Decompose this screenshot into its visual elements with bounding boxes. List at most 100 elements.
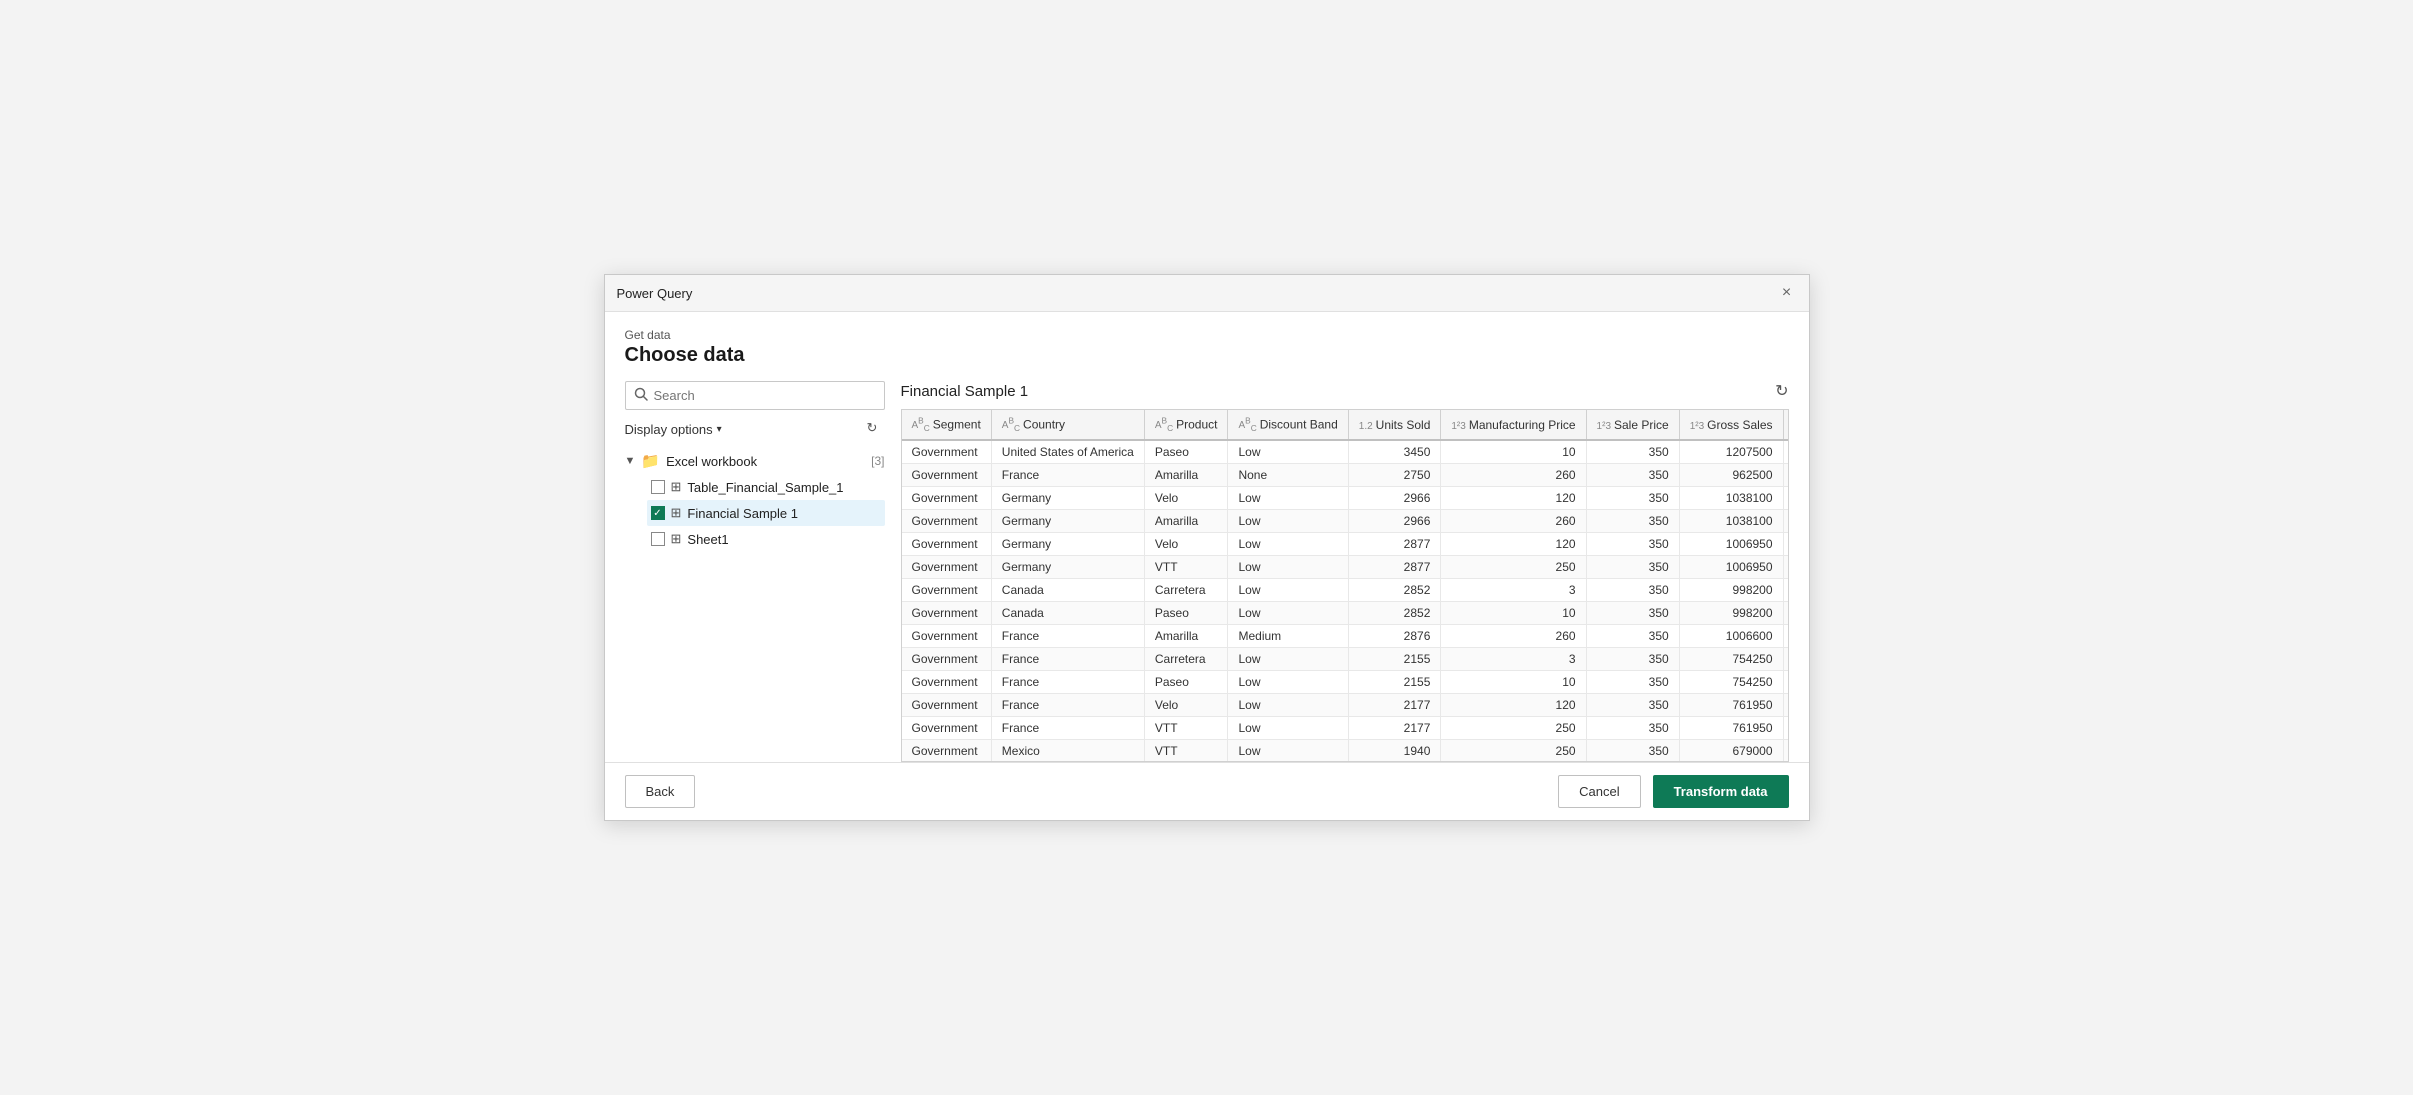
- table-cell: Government: [902, 440, 992, 464]
- table-cell: Government: [902, 694, 992, 717]
- table-cell: Low: [1228, 510, 1348, 533]
- table-cell: Germany: [991, 556, 1144, 579]
- tree-count: [3]: [871, 454, 884, 468]
- table-cell: 2155: [1348, 648, 1441, 671]
- col-header-product: ABCProduct: [1144, 410, 1228, 440]
- table-cell: 1006950: [1679, 533, 1783, 556]
- table-cell: 3: [1441, 648, 1586, 671]
- table-wrapper[interactable]: ABCSegment ABCCountry ABCProduct ABCDisc…: [901, 409, 1789, 762]
- refresh-icon[interactable]: ↻: [867, 420, 885, 438]
- table-cell: VTT: [1144, 717, 1228, 740]
- table-cell: 10: [1441, 602, 1586, 625]
- table-cell: 350: [1586, 648, 1679, 671]
- back-button[interactable]: Back: [625, 775, 696, 808]
- table-cell: Low: [1228, 487, 1348, 510]
- data-table: ABCSegment ABCCountry ABCProduct ABCDisc…: [902, 410, 1789, 762]
- table-cell: 20139: [1783, 533, 1788, 556]
- table-row: GovernmentFranceVeloLow21771203507619503…: [902, 694, 1789, 717]
- table-cell: 10: [1441, 440, 1586, 464]
- table-cell: VTT: [1144, 556, 1228, 579]
- table-cell: 679000: [1679, 740, 1783, 762]
- tree-parent-label: Excel workbook: [666, 454, 865, 469]
- table-cell: 7542.5: [1783, 648, 1788, 671]
- table-cell: Paseo: [1144, 602, 1228, 625]
- table-cell: VTT: [1144, 740, 1228, 762]
- table-row: GovernmentGermanyVTTLow28772503501006950…: [902, 556, 1789, 579]
- table-cell: Low: [1228, 671, 1348, 694]
- table-cell: Velo: [1144, 694, 1228, 717]
- table-cell: Government: [902, 625, 992, 648]
- display-options-button[interactable]: Display options ▾: [625, 422, 722, 437]
- table-row: GovernmentUnited States of AmericaPaseoL…: [902, 440, 1789, 464]
- tree-item-financial-sample[interactable]: ⊞ Financial Sample 1: [647, 500, 885, 526]
- col-header-units-sold: 1.2Units Sold: [1348, 410, 1441, 440]
- table-row: GovernmentGermanyAmarillaLow296626035010…: [902, 510, 1789, 533]
- col-header-discounts: 1.2Discounts: [1783, 410, 1788, 440]
- close-button[interactable]: ×: [1777, 283, 1797, 303]
- table-row: GovernmentCanadaCarreteraLow285233509982…: [902, 579, 1789, 602]
- table-cell: 350: [1586, 671, 1679, 694]
- cancel-button[interactable]: Cancel: [1558, 775, 1640, 808]
- search-input[interactable]: [654, 388, 876, 403]
- table-cell: 2877: [1348, 533, 1441, 556]
- table-cell: France: [991, 625, 1144, 648]
- table-cell: 13580: [1783, 740, 1788, 762]
- title-bar: Power Query ×: [605, 275, 1809, 312]
- table-cell: 260: [1441, 625, 1586, 648]
- tree-parent-excel-workbook[interactable]: ▼ 📁 Excel workbook [3]: [625, 448, 885, 474]
- table-cell: Carretera: [1144, 579, 1228, 602]
- table-cell: Amarilla: [1144, 464, 1228, 487]
- table-cell: 7542.5: [1783, 671, 1788, 694]
- table-row: GovernmentFranceAmarillaMedium2876260350…: [902, 625, 1789, 648]
- table-cell: 350: [1586, 464, 1679, 487]
- checkbox-financial-sample[interactable]: [651, 506, 665, 520]
- footer: Back Cancel Transform data: [605, 762, 1809, 820]
- table-cell: Government: [902, 648, 992, 671]
- transform-data-button[interactable]: Transform data: [1653, 775, 1789, 808]
- table-row: GovernmentFranceAmarillaNone275026035096…: [902, 464, 1789, 487]
- table-cell: Government: [902, 533, 992, 556]
- tree-toggle-icon[interactable]: ▼: [625, 455, 636, 467]
- table-icon: ⊞: [671, 531, 682, 547]
- table-cell: 70462: [1783, 625, 1788, 648]
- checkbox-sheet1[interactable]: [651, 532, 665, 546]
- checkbox-table-financial[interactable]: [651, 480, 665, 494]
- display-options-label-text: Display options: [625, 422, 713, 437]
- table-cell: 2852: [1348, 602, 1441, 625]
- choose-data-title: Choose data: [625, 344, 1789, 367]
- table-cell: 250: [1441, 740, 1586, 762]
- table-row: GovernmentGermanyVeloLow2966120350103810…: [902, 487, 1789, 510]
- table-cell: Government: [902, 464, 992, 487]
- table-cell: 48300: [1783, 440, 1788, 464]
- table-cell: 260: [1441, 510, 1586, 533]
- content-area: Display options ▾ ↻ ▼ 📁 Excel workbook […: [625, 381, 1789, 762]
- table-cell: 250: [1441, 717, 1586, 740]
- table-cell: Germany: [991, 533, 1144, 556]
- reload-icon[interactable]: ↻: [1775, 381, 1788, 401]
- table-cell: 350: [1586, 602, 1679, 625]
- table-row: GovernmentFrancePaseoLow2155103507542507…: [902, 671, 1789, 694]
- table-cell: France: [991, 671, 1144, 694]
- window-title: Power Query: [617, 286, 693, 301]
- table-cell: 1006600: [1679, 625, 1783, 648]
- tree-item-sheet1[interactable]: ⊞ Sheet1: [647, 526, 885, 552]
- col-header-segment: ABCSegment: [902, 410, 992, 440]
- table-cell: 20762: [1783, 487, 1788, 510]
- table-cell: Mexico: [991, 740, 1144, 762]
- table-cell: 754250: [1679, 671, 1783, 694]
- table-cell: Government: [902, 487, 992, 510]
- display-options-row: Display options ▾ ↻: [625, 418, 885, 440]
- search-box[interactable]: [625, 381, 885, 410]
- tree-item-table-financial[interactable]: ⊞ Table_Financial_Sample_1: [647, 474, 885, 500]
- table-cell: 761950: [1679, 694, 1783, 717]
- table-cell: 19964: [1783, 602, 1788, 625]
- get-data-label: Get data: [625, 328, 1789, 342]
- table-cell: 350: [1586, 625, 1679, 648]
- table-cell: 350: [1586, 440, 1679, 464]
- table-cell: Low: [1228, 579, 1348, 602]
- folder-icon: 📁: [641, 452, 660, 470]
- table-cell: 250: [1441, 556, 1586, 579]
- table-icon: ⊞: [671, 505, 682, 521]
- tree-list: ▼ 📁 Excel workbook [3] ⊞ Table_Financial…: [625, 448, 885, 762]
- table-cell: 19964: [1783, 579, 1788, 602]
